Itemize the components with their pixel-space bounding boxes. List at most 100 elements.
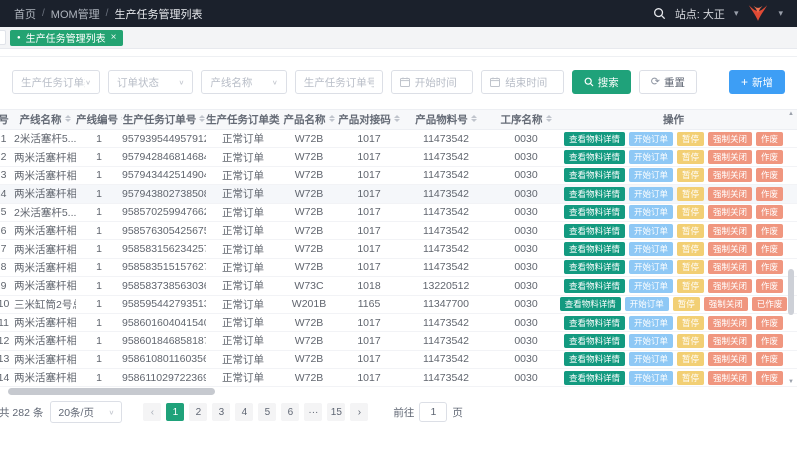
void-button[interactable]: 作废 <box>756 187 783 201</box>
start-order-button[interactable]: 开始订单 <box>629 242 673 256</box>
col-line-name[interactable]: 产线名称 <box>14 112 76 127</box>
close-icon[interactable]: × <box>111 32 117 43</box>
table-row[interactable]: 7 两米活塞杆相... 1 958583156234257... 正常订单 W7… <box>0 240 797 258</box>
pause-button[interactable]: 暂停 <box>677 187 704 201</box>
start-order-button[interactable]: 开始订单 <box>625 297 669 311</box>
pause-button[interactable]: 暂停 <box>677 224 704 238</box>
clipped-tab[interactable] <box>0 30 6 45</box>
pause-button[interactable]: 暂停 <box>673 297 700 311</box>
start-order-button[interactable]: 开始订单 <box>629 132 673 146</box>
view-material-button[interactable]: 查看物料详情 <box>564 150 625 164</box>
search-button[interactable]: 搜索 <box>572 70 631 94</box>
table-row[interactable]: 4 两米活塞杆相... 1 957943802738508... 正常订单 W7… <box>0 185 797 203</box>
void-button[interactable]: 作废 <box>756 205 783 219</box>
vertical-scroll-thumb[interactable] <box>788 269 794 315</box>
force-close-button[interactable]: 强制关闭 <box>708 187 752 201</box>
order-no-input[interactable]: 生产任务订单号 <box>295 70 383 94</box>
pause-button[interactable]: 暂停 <box>677 168 704 182</box>
table-row[interactable]: 2 两米活塞杆相... 1 957942846814684... 正常订单 W7… <box>0 148 797 166</box>
table-row[interactable]: 5 2米活塞杆5... 1 958570259947662... 正常订单 W7… <box>0 204 797 222</box>
pause-button[interactable]: 暂停 <box>677 205 704 219</box>
pause-button[interactable]: 暂停 <box>677 242 704 256</box>
user-caret-down-icon[interactable]: ▾ <box>778 8 783 19</box>
sort-caret-icon[interactable] <box>199 115 205 123</box>
force-close-button[interactable]: 强制关闭 <box>708 316 752 330</box>
view-material-button[interactable]: 查看物料详情 <box>564 242 625 256</box>
pause-button[interactable]: 暂停 <box>677 150 704 164</box>
start-order-button[interactable]: 开始订单 <box>629 352 673 366</box>
vertical-scrollbar[interactable]: ▲ ▼ <box>787 111 795 385</box>
void-button[interactable]: 作废 <box>756 371 783 385</box>
pause-button[interactable]: 暂停 <box>677 132 704 146</box>
site-caret-down-icon[interactable]: ▾ <box>734 8 739 19</box>
void-button[interactable]: 作废 <box>756 132 783 146</box>
force-close-button[interactable]: 强制关闭 <box>708 168 752 182</box>
table-row[interactable]: 9 两米活塞杆相... 1 958583738563036... 正常订单 W7… <box>0 277 797 295</box>
force-close-button[interactable]: 强制关闭 <box>708 205 752 219</box>
void-button[interactable]: 已作废 <box>752 297 787 311</box>
start-order-button[interactable]: 开始订单 <box>629 150 673 164</box>
view-material-button[interactable]: 查看物料详情 <box>564 132 625 146</box>
page-button[interactable]: 15 <box>327 403 345 421</box>
sort-caret-icon[interactable] <box>329 115 335 123</box>
sort-caret-icon[interactable] <box>471 115 477 123</box>
col-serial[interactable]: 号 <box>0 112 14 127</box>
start-order-button[interactable]: 开始订单 <box>629 334 673 348</box>
view-material-button[interactable]: 查看物料详情 <box>564 316 625 330</box>
force-close-button[interactable]: 强制关闭 <box>708 242 752 256</box>
view-material-button[interactable]: 查看物料详情 <box>564 371 625 385</box>
start-order-button[interactable]: 开始订单 <box>629 205 673 219</box>
void-button[interactable]: 作废 <box>756 224 783 238</box>
end-time-picker[interactable]: 结束时间 <box>481 70 564 94</box>
void-button[interactable]: 作废 <box>756 352 783 366</box>
add-button[interactable]: + 新增 <box>729 70 785 94</box>
pause-button[interactable]: 暂停 <box>677 279 704 293</box>
force-close-button[interactable]: 强制关闭 <box>708 371 752 385</box>
page-button[interactable]: 5 <box>258 403 276 421</box>
table-row[interactable]: 11 两米活塞杆相... 1 958601604041540... 正常订单 W… <box>0 314 797 332</box>
table-row[interactable]: 6 两米活塞杆相... 1 958576305425675... 正常订单 W7… <box>0 222 797 240</box>
start-order-button[interactable]: 开始订单 <box>629 168 673 182</box>
pause-button[interactable]: 暂停 <box>677 334 704 348</box>
pause-button[interactable]: 暂停 <box>677 352 704 366</box>
void-button[interactable]: 作废 <box>756 279 783 293</box>
force-close-button[interactable]: 强制关闭 <box>704 297 748 311</box>
void-button[interactable]: 作废 <box>756 242 783 256</box>
page-button[interactable]: 3 <box>212 403 230 421</box>
scroll-down-icon[interactable]: ▼ <box>788 379 794 385</box>
breadcrumb-mom[interactable]: MOM管理 <box>51 6 100 22</box>
pause-button[interactable]: 暂停 <box>677 316 704 330</box>
view-material-button[interactable]: 查看物料详情 <box>564 168 625 182</box>
page-size-select[interactable]: 20条/页 ∨ <box>50 401 122 423</box>
order-type-select[interactable]: 生产任务订单类型 ∨ <box>12 70 100 94</box>
goto-page-input[interactable] <box>419 402 447 422</box>
force-close-button[interactable]: 强制关闭 <box>708 150 752 164</box>
sort-caret-icon[interactable] <box>546 115 552 123</box>
force-close-button[interactable]: 强制关闭 <box>708 260 752 274</box>
col-product-name[interactable]: 产品名称 <box>280 112 338 127</box>
void-button[interactable]: 作废 <box>756 150 783 164</box>
page-button[interactable]: 2 <box>189 403 207 421</box>
table-row[interactable]: 10 三米缸筒2号总 1 958595442793513... 正常订单 W20… <box>0 296 797 314</box>
view-material-button[interactable]: 查看物料详情 <box>564 352 625 366</box>
reset-button[interactable]: ⟳ 重置 <box>639 70 697 94</box>
force-close-button[interactable]: 强制关闭 <box>708 224 752 238</box>
pause-button[interactable]: 暂停 <box>677 371 704 385</box>
tab-production-task-list[interactable]: ● 生产任务管理列表 × <box>10 30 123 46</box>
sort-caret-icon[interactable] <box>65 115 71 123</box>
start-order-button[interactable]: 开始订单 <box>629 224 673 238</box>
col-material-no[interactable]: 产品物料号 <box>400 112 492 127</box>
start-order-button[interactable]: 开始订单 <box>629 279 673 293</box>
pause-button[interactable]: 暂停 <box>677 260 704 274</box>
page-button[interactable]: 6 <box>281 403 299 421</box>
horizontal-scrollbar[interactable] <box>0 388 797 395</box>
page-ellipsis-button[interactable]: ··· <box>304 403 322 421</box>
table-row[interactable]: 12 两米活塞杆相... 1 958601846858187... 正常订单 W… <box>0 332 797 350</box>
order-status-select[interactable]: 订单状态 ∨ <box>108 70 193 94</box>
next-page-button[interactable]: › <box>350 403 368 421</box>
view-material-button[interactable]: 查看物料详情 <box>564 187 625 201</box>
vertical-scroll-track[interactable] <box>787 117 795 379</box>
col-order-no[interactable]: 生产任务订单号 <box>122 112 206 127</box>
view-material-button[interactable]: 查看物料详情 <box>564 260 625 274</box>
start-order-button[interactable]: 开始订单 <box>629 260 673 274</box>
